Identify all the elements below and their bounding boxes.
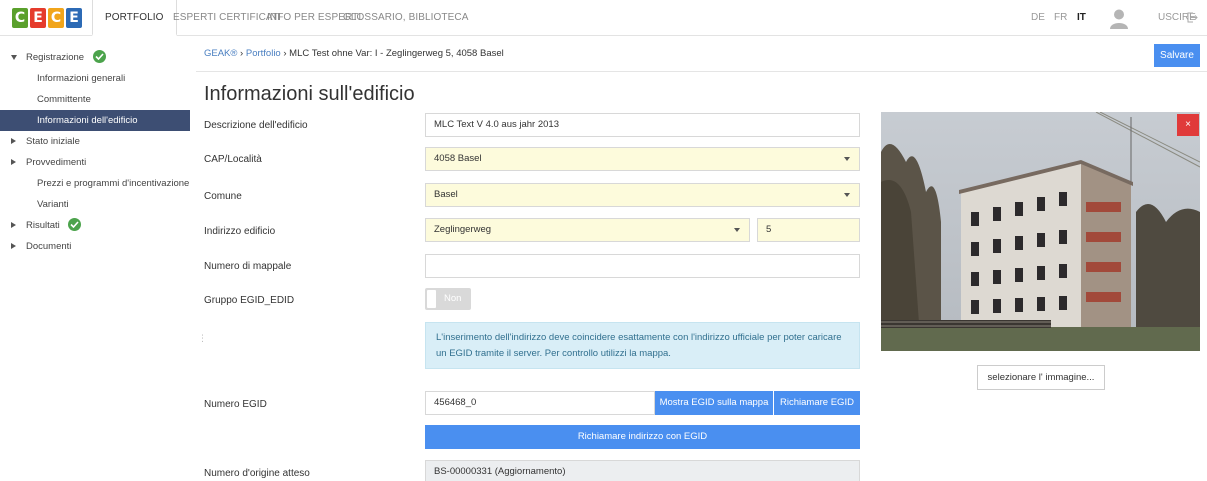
logo-letter-e1: E (30, 8, 46, 28)
cap-value: 4058 Basel (434, 153, 482, 164)
gruppo-egid-label: Gruppo EGID_EDID (204, 295, 295, 306)
lang-fr[interactable]: FR (1054, 0, 1067, 36)
sidebar-item-label: Stato iniziale (26, 136, 80, 147)
cap-select[interactable]: 4058 Basel (425, 147, 860, 171)
indirizzo-label: Indirizzo edificio (204, 226, 276, 237)
top-navigation-bar: C E C E PORTFOLIO ESPERTI CERTIFICATI IN… (0, 0, 1207, 36)
logo-letter-e2: E (66, 8, 82, 28)
divider (196, 71, 1207, 72)
egid-label: Numero EGID (204, 399, 267, 410)
sidebar-item-informazioni-generali[interactable]: Informazioni generali (0, 68, 190, 89)
richiamare-indirizzo-button[interactable]: Richiamare indirizzo con EGID (425, 425, 860, 449)
caret-down-icon (734, 228, 740, 232)
mappale-input[interactable] (425, 254, 860, 278)
user-avatar-icon[interactable] (1108, 7, 1130, 29)
check-circle-icon (68, 217, 82, 231)
sidebar-item-label: Documenti (26, 241, 72, 252)
toggle-knob (427, 290, 436, 308)
close-image-button[interactable]: × (1177, 114, 1199, 136)
cap-label: CAP/Località (204, 154, 262, 165)
indirizzo-street-select[interactable]: Zeglingerweg (425, 218, 750, 242)
breadcrumb-portfolio[interactable]: Portfolio (246, 48, 281, 59)
sidebar-item-informazioni-edificio[interactable]: Informazioni dell'edificio (0, 110, 190, 131)
sidebar-item-label: Risultati (26, 220, 60, 231)
lang-de[interactable]: DE (1031, 0, 1045, 36)
breadcrumb-geak[interactable]: GEAK® (204, 48, 237, 59)
drag-handle-icon: ⋮ (198, 333, 207, 343)
save-button[interactable]: Salvare (1154, 44, 1200, 67)
sidebar-item-label: Provvedimenti (26, 157, 87, 168)
caret-down-icon (844, 157, 850, 161)
richiamare-egid-button[interactable]: Richiamare EGID (774, 391, 860, 415)
egid-input[interactable]: 456468_0 (425, 391, 655, 415)
nav-portfolio[interactable]: PORTFOLIO (92, 0, 177, 36)
sidebar: Registrazione Informazioni generali Comm… (0, 37, 190, 481)
logout-icon[interactable] (1187, 12, 1198, 23)
sidebar-item-provvedimenti[interactable]: Provvedimenti (0, 152, 190, 173)
chevron-right-icon (11, 159, 16, 165)
building-photo (881, 112, 1200, 351)
check-circle-icon (92, 49, 106, 63)
chevron-down-icon (11, 55, 17, 60)
sidebar-item-stato-iniziale[interactable]: Stato iniziale (0, 131, 190, 152)
sidebar-item-documenti[interactable]: Documenti (0, 236, 190, 257)
chevron-right-icon (11, 243, 16, 249)
indirizzo-number-input[interactable]: 5 (757, 218, 860, 242)
page-title: Informazioni sull'edificio (204, 83, 415, 105)
origine-input: BS-00000331 (Aggiornamento) (425, 460, 860, 481)
breadcrumb-separator: › (283, 48, 287, 59)
cece-logo[interactable]: C E C E (12, 8, 82, 28)
chevron-right-icon (11, 222, 16, 228)
sidebar-item-prezzi[interactable]: Prezzi e programmi d'incentivazione (0, 173, 190, 194)
breadcrumb-separator: › (240, 48, 244, 59)
comune-select[interactable]: Basel (425, 183, 860, 207)
caret-down-icon (844, 193, 850, 197)
select-image-button[interactable]: selezionare l' immagine... (977, 365, 1105, 390)
mostra-egid-button[interactable]: Mostra EGID sulla mappa (655, 391, 773, 415)
gruppo-egid-toggle[interactable]: Non (425, 288, 471, 310)
lang-it[interactable]: IT (1077, 0, 1086, 36)
sidebar-item-risultati[interactable]: Risultati (0, 215, 190, 236)
chevron-right-icon (11, 138, 16, 144)
logo-letter-c2: C (48, 8, 64, 28)
breadcrumb-current: MLC Test ohne Var: I - Zeglingerweg 5, 4… (289, 48, 504, 59)
descrizione-label: Descrizione dell'edificio (204, 120, 308, 131)
nav-glossario-biblioteca[interactable]: GLOSSARIO, BIBLIOTECA (343, 0, 468, 36)
descrizione-input[interactable]: MLC Text V 4.0 aus jahr 2013 (425, 113, 860, 137)
info-alert: L'inserimento dell'indirizzo deve coinci… (425, 322, 860, 369)
nav-esperti-certificati[interactable]: ESPERTI CERTIFICATI (173, 0, 281, 36)
indirizzo-street-value: Zeglingerweg (434, 224, 492, 235)
mappale-label: Numero di mappale (204, 261, 292, 272)
origine-label: Numero d'origine atteso (204, 468, 310, 479)
sidebar-item-varianti[interactable]: Varianti (0, 194, 190, 215)
sidebar-item-registrazione[interactable]: Registrazione (0, 47, 190, 68)
sidebar-item-committente[interactable]: Committente (0, 89, 190, 110)
breadcrumb: GEAK® › Portfolio › MLC Test ohne Var: I… (204, 48, 504, 59)
logo-letter-c1: C (12, 8, 28, 28)
toggle-text: Non (444, 293, 462, 304)
sidebar-item-label: Registrazione (26, 52, 85, 63)
comune-value: Basel (434, 189, 458, 200)
comune-label: Comune (204, 191, 242, 202)
